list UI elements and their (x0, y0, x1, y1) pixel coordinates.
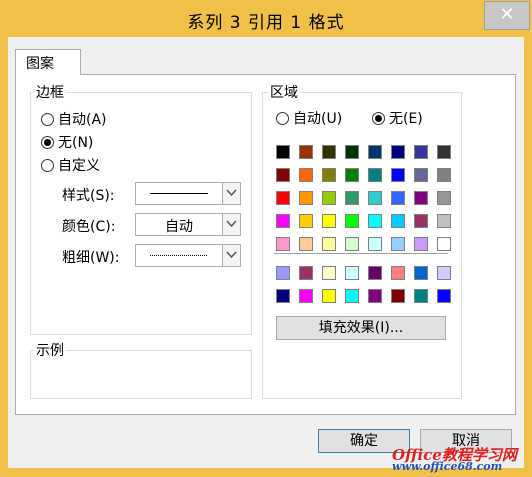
chevron-down-icon[interactable] (222, 214, 240, 235)
style-label: 样式(S): (62, 188, 115, 204)
color-swatch[interactable] (391, 214, 405, 228)
ok-label: 确定 (350, 433, 378, 449)
chevron-down-icon[interactable] (222, 245, 240, 266)
color-combo[interactable]: 自动 (135, 213, 241, 236)
weight-combo[interactable] (135, 244, 241, 267)
color-swatch[interactable] (276, 191, 290, 205)
fill-effects-button[interactable]: 填充效果(I)... (276, 316, 446, 340)
color-swatch[interactable] (322, 289, 336, 303)
color-swatch[interactable] (322, 237, 336, 251)
chevron-down-icon[interactable] (222, 183, 240, 204)
color-swatch[interactable] (345, 214, 359, 228)
area-group-label: 区域 (268, 82, 300, 102)
color-swatch[interactable] (368, 289, 382, 303)
color-swatch[interactable] (414, 214, 428, 228)
color-swatch[interactable] (276, 168, 290, 182)
color-swatch[interactable] (368, 145, 382, 159)
color-swatch[interactable] (437, 191, 451, 205)
color-swatch[interactable] (437, 266, 451, 280)
color-swatch[interactable] (368, 237, 382, 251)
color-swatch[interactable] (391, 145, 405, 159)
color-swatch[interactable] (276, 214, 290, 228)
color-swatch[interactable] (437, 168, 451, 182)
color-swatch[interactable] (345, 145, 359, 159)
color-swatch[interactable] (322, 266, 336, 280)
color-swatch[interactable] (276, 266, 290, 280)
fill-effects-label: 填充效果(I)... (318, 320, 404, 336)
radio-circle (276, 111, 289, 125)
color-swatch[interactable] (345, 191, 359, 205)
watermark: Office教程学习网 www.office68.com (388, 444, 532, 474)
color-swatch[interactable] (299, 191, 313, 205)
color-swatch[interactable] (322, 214, 336, 228)
radio-circle (41, 112, 54, 126)
color-swatch[interactable] (299, 237, 313, 251)
area-group (262, 92, 462, 399)
color-swatch[interactable] (299, 214, 313, 228)
color-swatch[interactable] (391, 191, 405, 205)
color-swatch[interactable] (437, 214, 451, 228)
color-swatch[interactable] (299, 145, 313, 159)
color-swatch[interactable] (322, 191, 336, 205)
border-none-radio[interactable]: 无(N) (41, 132, 93, 152)
color-value: 自动 (165, 219, 193, 235)
sample-group-label: 示例 (34, 340, 66, 360)
color-swatch[interactable] (391, 168, 405, 182)
color-swatch[interactable] (437, 289, 451, 303)
color-swatch[interactable] (414, 289, 428, 303)
color-swatch[interactable] (368, 266, 382, 280)
radio-circle (41, 158, 54, 172)
color-swatch[interactable] (322, 168, 336, 182)
area-none-radio[interactable]: 无(E) (372, 108, 423, 128)
border-none-label: 无(N) (58, 135, 94, 151)
tab-pattern[interactable]: 图案 (15, 49, 81, 75)
color-swatch[interactable] (391, 289, 405, 303)
border-custom-radio[interactable]: 自定义 (41, 155, 100, 175)
close-button[interactable]: ✕ (484, 1, 530, 30)
color-swatch[interactable] (345, 168, 359, 182)
weight-label: 粗细(W): (62, 250, 120, 266)
color-swatch[interactable] (414, 237, 428, 251)
style-combo[interactable] (135, 182, 241, 205)
border-custom-label: 自定义 (58, 158, 100, 174)
color-swatch[interactable] (437, 237, 451, 251)
color-swatch[interactable] (437, 145, 451, 159)
color-swatch[interactable] (414, 266, 428, 280)
border-auto-radio[interactable]: 自动(A) (41, 109, 107, 129)
area-auto-label: 自动(U) (293, 111, 343, 127)
color-swatch[interactable] (368, 214, 382, 228)
color-swatch[interactable] (345, 237, 359, 251)
radio-circle-checked (41, 135, 54, 149)
color-swatch[interactable] (345, 266, 359, 280)
color-swatch[interactable] (276, 289, 290, 303)
title-bar: 系列 3 引用 1 格式 ✕ (0, 0, 532, 36)
watermark-text-2: www.office68.com (392, 460, 503, 473)
color-swatch[interactable] (345, 289, 359, 303)
color-swatch[interactable] (299, 289, 313, 303)
window-title: 系列 3 引用 1 格式 (187, 13, 345, 33)
color-swatch[interactable] (299, 266, 313, 280)
color-swatch[interactable] (414, 145, 428, 159)
color-swatch[interactable] (299, 168, 313, 182)
palette-separator (274, 253, 448, 254)
color-swatch[interactable] (391, 237, 405, 251)
color-swatch[interactable] (414, 168, 428, 182)
color-swatch[interactable] (276, 145, 290, 159)
close-icon: ✕ (499, 4, 515, 25)
color-swatch[interactable] (368, 191, 382, 205)
border-group-label: 边框 (34, 82, 66, 102)
color-label: 颜色(C): (62, 219, 116, 235)
border-auto-label: 自动(A) (58, 112, 107, 128)
tab-pattern-label: 图案 (26, 56, 54, 72)
color-swatch[interactable] (414, 191, 428, 205)
radio-circle-checked (372, 111, 385, 125)
color-swatch[interactable] (368, 168, 382, 182)
color-swatch[interactable] (276, 237, 290, 251)
color-swatch[interactable] (322, 145, 336, 159)
area-none-label: 无(E) (389, 111, 423, 127)
area-auto-radio[interactable]: 自动(U) (276, 108, 342, 128)
color-swatch[interactable] (391, 266, 405, 280)
